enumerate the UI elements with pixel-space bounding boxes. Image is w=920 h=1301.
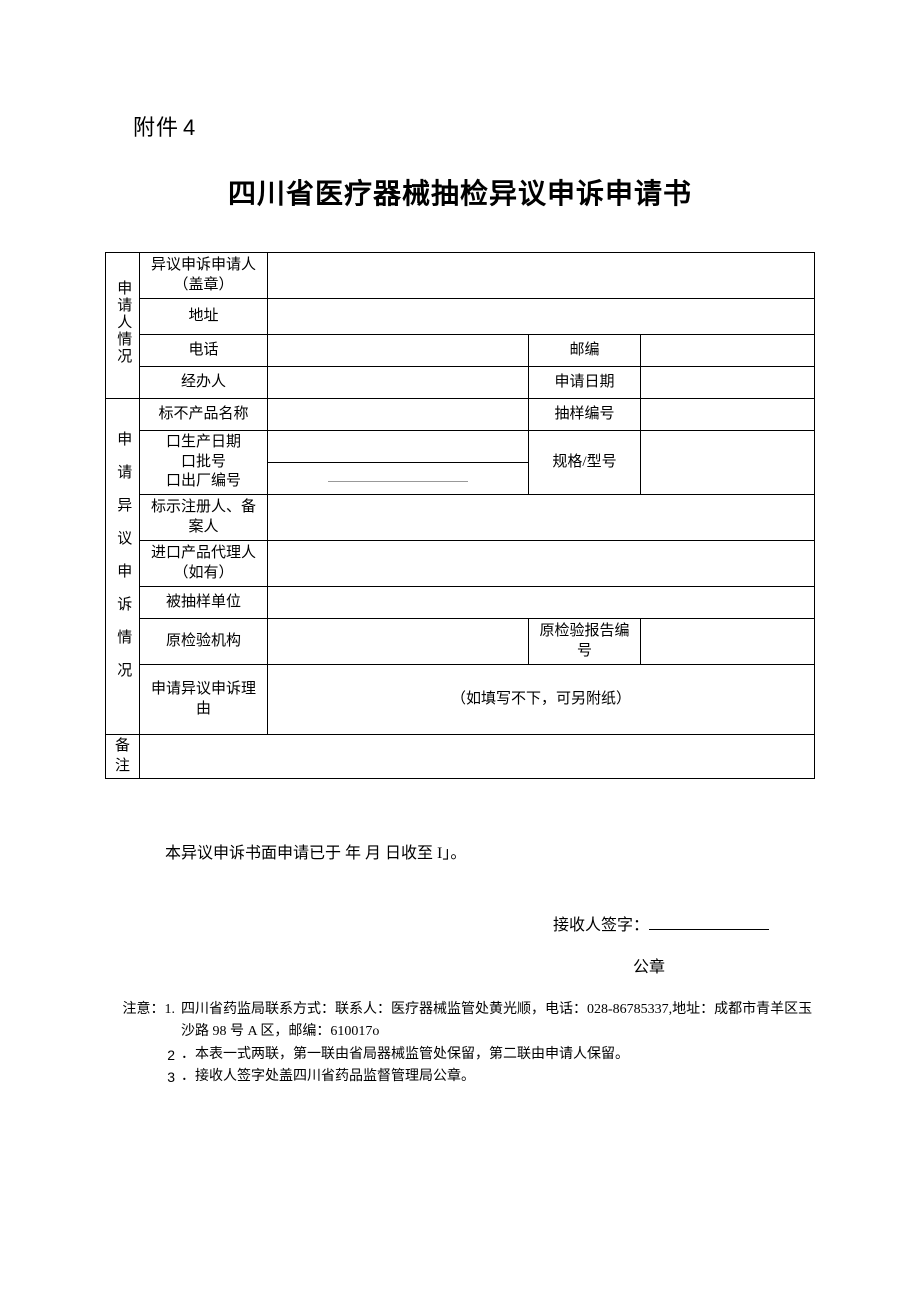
- note-2: ．本表一式两联，第一联由省局器械监管处保留，第二联由申请人保留。: [181, 1044, 815, 1066]
- signature-line: 接收人签字：: [105, 911, 815, 935]
- notes-lead: 注意：1.: [105, 999, 181, 1044]
- receipt-line: 本异议申诉书面申请已于 年 月 日收至 I」。: [165, 839, 815, 863]
- section3-header: 备注: [106, 735, 140, 779]
- value-spec: [641, 431, 815, 495]
- label-date-batch-serial: 口生产日期 口批号 口出厂编号: [140, 431, 268, 495]
- label-import-agent: 进口产品代理人（如有）: [140, 541, 268, 587]
- section1-header: 申请人情况: [106, 253, 140, 399]
- value-reason: （如填写不下，可另附纸）: [268, 665, 815, 735]
- attach-prefix: 附件: [133, 115, 179, 140]
- stamp-label: 公章: [105, 953, 815, 977]
- label-phone: 电话: [140, 335, 268, 367]
- label-reason: 申请异议申诉理由: [140, 665, 268, 735]
- label-applicant: 异议申诉申请人（盖章）: [140, 253, 268, 299]
- label-orig-report-no: 原检验报告编号: [529, 619, 641, 665]
- value-orig-inst: [268, 619, 529, 665]
- value-phone: [268, 335, 529, 367]
- label-product-name: 标不产品名称: [140, 399, 268, 431]
- label-handler: 经办人: [140, 367, 268, 399]
- label-spec: 规格/型号: [529, 431, 641, 495]
- attach-num: 4: [183, 115, 196, 140]
- value-orig-report-no: [641, 619, 815, 665]
- value-remark: [140, 735, 815, 779]
- value-date-batch-bottom: [268, 463, 529, 495]
- value-import-agent: [268, 541, 815, 587]
- value-product-name: [268, 399, 529, 431]
- label-sample-no: 抽样编号: [529, 399, 641, 431]
- value-registrant: [268, 495, 815, 541]
- note-2-lead: 2: [105, 1044, 181, 1066]
- value-sample-no: [641, 399, 815, 431]
- page-title: 四川省医疗器械抽检异议申诉申请书: [105, 172, 815, 212]
- note-3-lead: 3: [105, 1066, 181, 1088]
- label-address: 地址: [140, 299, 268, 335]
- label-orig-inst: 原检验机构: [140, 619, 268, 665]
- label-apply-date: 申请日期: [529, 367, 641, 399]
- label-sampled-unit: 被抽样单位: [140, 587, 268, 619]
- value-apply-date: [641, 367, 815, 399]
- label-zip: 邮编: [529, 335, 641, 367]
- attachment-label: 附件4: [133, 110, 815, 142]
- value-zip: [641, 335, 815, 367]
- value-applicant: [268, 253, 815, 299]
- label-registrant: 标示注册人、备案人: [140, 495, 268, 541]
- note-3: ．接收人签字处盖四川省药品监督管理局公章。: [181, 1066, 815, 1088]
- sig-underline: [649, 914, 769, 930]
- value-address: [268, 299, 815, 335]
- value-date-batch-top: [268, 431, 529, 463]
- value-sampled-unit: [268, 587, 815, 619]
- value-handler: [268, 367, 529, 399]
- sig-label: 接收人签字：: [553, 917, 649, 934]
- note-1: 四川省药监局联系方式：联系人：医疗器械监管处黄光顺，电话：028-8678533…: [181, 999, 815, 1044]
- application-form: 申请人情况 异议申诉申请人（盖章） 地址 电话 邮编 经办人 申请日期 申请异议…: [105, 252, 815, 779]
- notes-block: 注意：1. 四川省药监局联系方式：联系人：医疗器械监管处黄光顺，电话：028-8…: [105, 999, 815, 1089]
- section2-header: 申请异议申诉情况: [106, 399, 140, 735]
